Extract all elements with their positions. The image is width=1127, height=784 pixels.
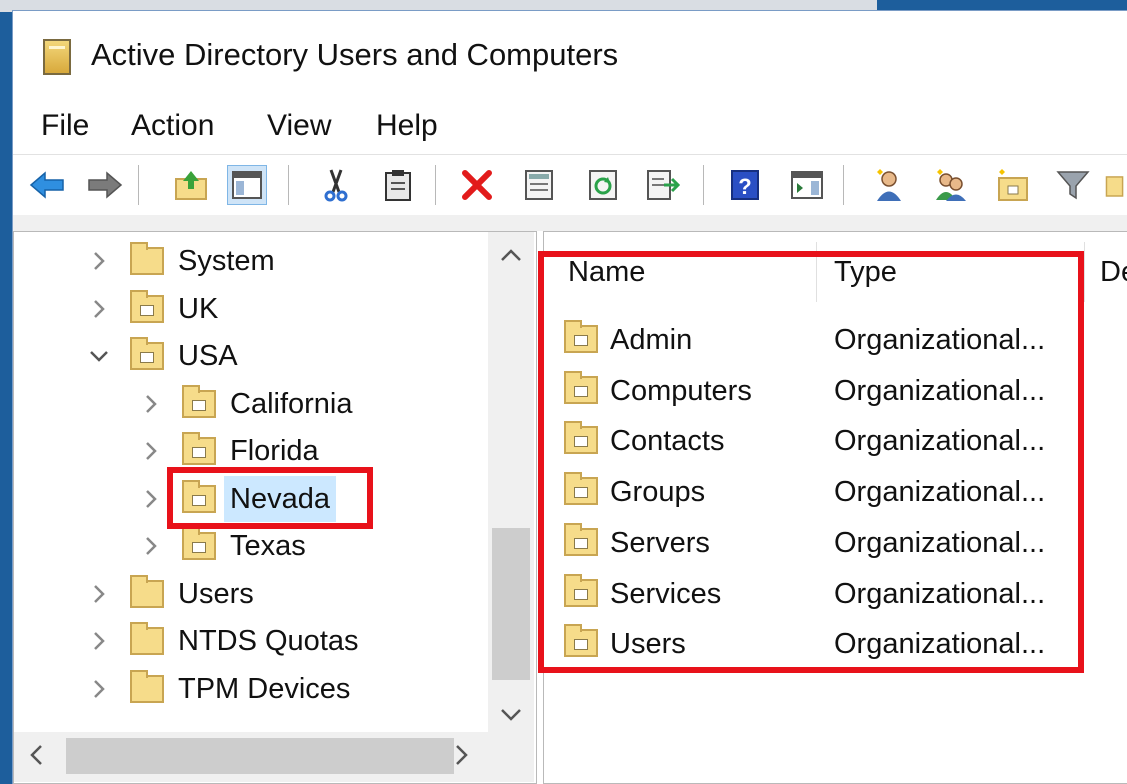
- tree-item-texas[interactable]: Texas: [14, 523, 504, 569]
- column-header-description[interactable]: De: [1100, 244, 1127, 300]
- new-group-icon[interactable]: [931, 165, 971, 205]
- tree-item-label: TPM Devices: [178, 672, 351, 705]
- title-bar[interactable]: Active Directory Users and Computers: [13, 11, 1127, 99]
- scroll-down-icon[interactable]: [500, 702, 522, 730]
- back-arrow-icon[interactable]: [27, 165, 67, 205]
- up-folder-icon[interactable]: [171, 165, 211, 205]
- export-list-icon[interactable]: [643, 165, 683, 205]
- tree-item-california[interactable]: California: [14, 381, 504, 427]
- tree-item-label: NTDS Quotas: [178, 625, 359, 657]
- tree-horizontal-scrollbar[interactable]: [14, 732, 534, 782]
- tree-item-usa[interactable]: USA: [14, 333, 504, 379]
- chevron-right-icon[interactable]: [140, 438, 162, 464]
- aduc-app-icon: [43, 39, 71, 75]
- tree-item-label: California: [230, 387, 353, 420]
- tree-vertical-scroll-thumb[interactable]: [492, 528, 530, 680]
- organizational-unit-icon: [182, 432, 216, 465]
- tree-item-system[interactable]: System: [14, 238, 504, 284]
- properties-icon[interactable]: [519, 165, 559, 205]
- tree-item-label: Users: [178, 577, 254, 610]
- cut-icon[interactable]: [316, 165, 356, 205]
- chevron-right-icon[interactable]: [88, 581, 110, 607]
- nevada-highlight-box: [167, 467, 373, 529]
- tree-item-ntds-quotas[interactable]: NTDS Quotas: [14, 618, 504, 664]
- help-icon[interactable]: ?: [725, 165, 765, 205]
- chevron-right-icon[interactable]: [88, 676, 110, 702]
- aduc-window: Active Directory Users and Computers Fil…: [12, 10, 1127, 784]
- chevron-right-icon[interactable]: [88, 296, 110, 322]
- refresh-icon[interactable]: [583, 165, 623, 205]
- organizational-unit-icon: [130, 289, 164, 323]
- chevron-right-icon[interactable]: [140, 486, 162, 512]
- chevron-right-icon[interactable]: [88, 248, 110, 274]
- folder-icon: [130, 669, 164, 703]
- window-title: Active Directory Users and Computers: [91, 37, 619, 72]
- organizational-unit-icon: [182, 384, 216, 418]
- toolbar: ?: [13, 154, 1127, 215]
- tree-item-uk[interactable]: UK: [14, 286, 504, 332]
- folder-icon: [130, 242, 164, 275]
- menu-bar: File Action View Help: [13, 103, 1127, 149]
- menu-action[interactable]: Action: [131, 103, 214, 149]
- chevron-right-icon[interactable]: [140, 391, 162, 417]
- scroll-left-icon[interactable]: [28, 744, 44, 773]
- tree-horizontal-scroll-thumb[interactable]: [66, 738, 454, 774]
- tree-item-label: System: [178, 245, 275, 277]
- svg-text:?: ?: [738, 174, 751, 199]
- new-user-icon[interactable]: [869, 165, 909, 205]
- chevron-down-icon[interactable]: [88, 343, 110, 369]
- menu-view[interactable]: View: [267, 103, 331, 149]
- tree-item-label: UK: [178, 292, 219, 325]
- menu-help[interactable]: Help: [376, 103, 438, 149]
- chevron-right-icon[interactable]: [88, 628, 110, 654]
- tree-item-users[interactable]: Users: [14, 571, 504, 617]
- menu-file[interactable]: File: [41, 103, 89, 149]
- scroll-up-icon[interactable]: [500, 242, 522, 270]
- chevron-right-icon[interactable]: [140, 533, 162, 559]
- paste-icon[interactable]: [378, 165, 418, 205]
- tree-item-label: USA: [178, 340, 238, 372]
- folder-icon: [130, 622, 164, 655]
- forward-arrow-icon[interactable]: [85, 165, 125, 205]
- organizational-unit-icon: [182, 527, 216, 560]
- filter-icon[interactable]: [1053, 165, 1093, 205]
- tree-vertical-scrollbar[interactable]: [488, 232, 534, 732]
- tree-item-label: Texas: [230, 530, 306, 562]
- tree-item-tpm-devices[interactable]: TPM Devices: [14, 666, 504, 712]
- action-pane-icon[interactable]: [787, 165, 827, 205]
- details-highlight-box: [538, 251, 1084, 673]
- new-ou-icon[interactable]: [993, 165, 1033, 205]
- delete-icon[interactable]: [457, 165, 497, 205]
- folder-icon: [130, 574, 164, 608]
- scroll-right-icon[interactable]: [454, 744, 470, 773]
- organizational-unit-icon: [130, 337, 164, 370]
- find-icon[interactable]: [1105, 165, 1127, 205]
- show-hide-console-tree-icon[interactable]: [227, 165, 267, 205]
